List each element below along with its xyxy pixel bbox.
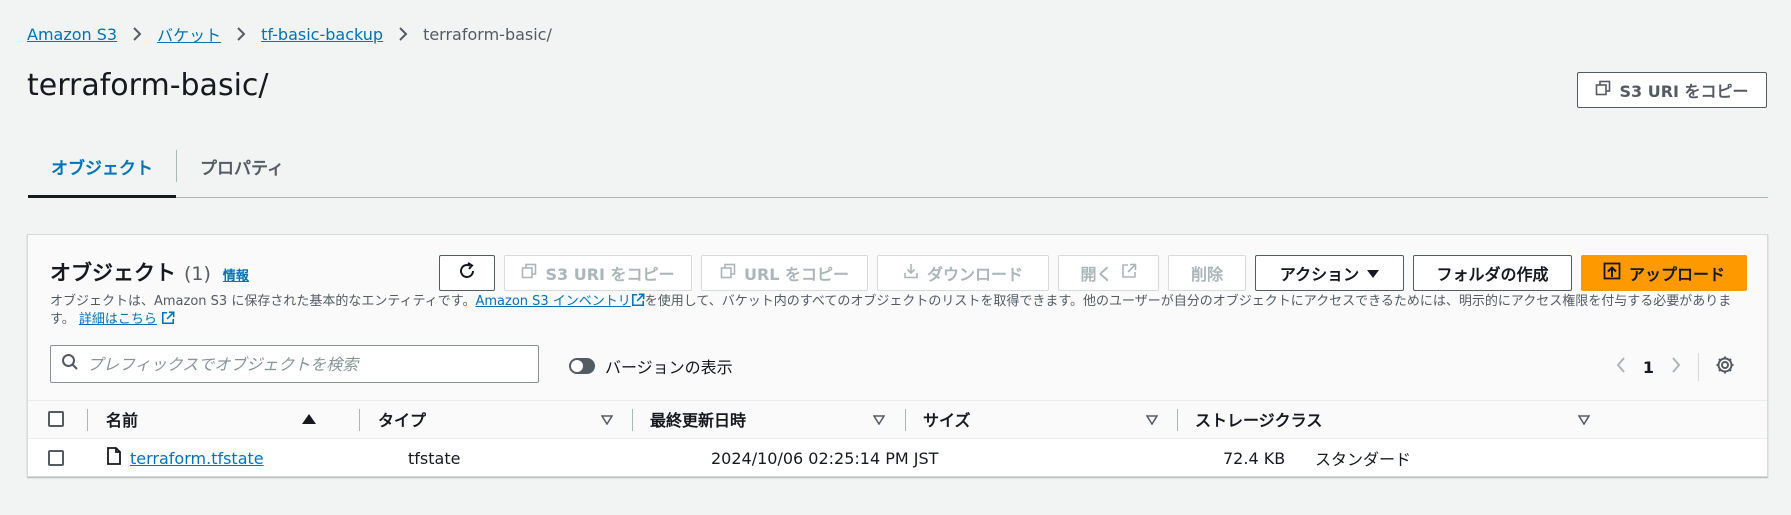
upload-button[interactable]: アップロード xyxy=(1581,255,1747,291)
row-storage-class-cell: スタンダード xyxy=(1315,450,1412,469)
select-all-cell xyxy=(48,401,64,437)
versions-toggle-label: バージョンの表示 xyxy=(605,358,733,377)
create-folder-button[interactable]: フォルダの作成 xyxy=(1413,255,1572,291)
external-link-icon xyxy=(161,311,175,327)
learn-more-link[interactable]: 詳細はこちら xyxy=(79,312,157,327)
column-last-modified-label: 最終更新日時 xyxy=(650,411,747,430)
row-name-cell: terraform.tfstate xyxy=(106,439,264,477)
breadcrumb-link-amazon-s3[interactable]: Amazon S3 xyxy=(27,25,117,44)
versions-toggle[interactable] xyxy=(569,358,595,374)
table-row: terraform.tfstate tfstate 2024/10/06 02:… xyxy=(28,438,1767,476)
delete-button[interactable]: 削除 xyxy=(1168,255,1246,291)
objects-description: オブジェクトは、Amazon S3 に保存された基本的なエンティティです。Ama… xyxy=(50,293,1750,329)
sort-desc-icon xyxy=(1577,410,1591,429)
file-icon xyxy=(106,447,122,469)
chevron-right-icon[interactable] xyxy=(1670,356,1682,378)
gear-icon[interactable] xyxy=(1715,355,1735,379)
info-link[interactable]: 情報 xyxy=(223,265,249,284)
pager-divider xyxy=(1698,353,1699,381)
column-type-label: タイプ xyxy=(378,411,427,430)
breadcrumb-link-bucket[interactable]: tf-basic-backup xyxy=(261,25,383,44)
s3-inventory-link[interactable]: Amazon S3 インベントリ xyxy=(475,294,630,309)
sort-desc-icon xyxy=(600,410,614,429)
copy-icon xyxy=(521,263,537,283)
versions-toggle-wrapper: バージョンの表示 xyxy=(569,354,733,378)
column-divider xyxy=(359,409,360,431)
breadcrumb-current: terraform-basic/ xyxy=(423,24,552,44)
copy-icon xyxy=(1595,80,1611,100)
objects-panel: オブジェクト (1) 情報 S3 URI をコピー URL をコピー ダウンロー… xyxy=(27,234,1768,477)
tab-list: オブジェクト プロパティ xyxy=(28,140,1768,198)
external-link-icon xyxy=(1121,263,1137,283)
copy-s3-uri-label: S3 URI をコピー xyxy=(1619,82,1749,101)
objects-panel-header: オブジェクト (1) 情報 xyxy=(50,257,249,287)
open-button[interactable]: 開く xyxy=(1058,255,1159,291)
upload-label: アップロード xyxy=(1628,265,1725,284)
row-type-cell: tfstate xyxy=(408,448,461,468)
column-header-type[interactable]: タイプ xyxy=(378,401,614,437)
refresh-button[interactable] xyxy=(439,255,495,291)
column-divider xyxy=(632,409,633,431)
caret-down-icon xyxy=(1367,264,1380,283)
tab-properties[interactable]: プロパティ xyxy=(177,140,307,198)
column-size-label: サイズ xyxy=(923,411,971,430)
page-title: terraform-basic/ xyxy=(27,68,269,103)
breadcrumb-link-buckets[interactable]: バケット xyxy=(157,22,221,46)
search-icon xyxy=(61,353,79,375)
row-checkbox[interactable] xyxy=(48,450,64,466)
objects-toolbar: S3 URI をコピー URL をコピー ダウンロード 開く 削除 アクション … xyxy=(439,255,1747,291)
download-button[interactable]: ダウンロード xyxy=(877,255,1049,291)
refresh-icon xyxy=(457,261,477,285)
column-divider xyxy=(1177,409,1178,431)
chevron-right-icon xyxy=(131,26,143,42)
copy-icon xyxy=(720,263,736,283)
table-header: 名前 タイプ 最終更新日時 サイズ ストレージクラス xyxy=(28,400,1767,436)
breadcrumb: Amazon S3 バケット tf-basic-backup terraform… xyxy=(27,22,552,46)
upload-icon xyxy=(1603,262,1621,284)
column-divider xyxy=(905,409,906,431)
search-field xyxy=(50,345,539,383)
description-text-1: オブジェクトは、Amazon S3 に保存された基本的なエンティティです。 xyxy=(50,294,476,309)
object-name-link[interactable]: terraform.tfstate xyxy=(130,449,264,468)
chevron-left-icon[interactable] xyxy=(1615,356,1627,378)
row-select-cell xyxy=(48,439,64,477)
copy-url-button[interactable]: URL をコピー xyxy=(701,255,868,291)
chevron-right-icon xyxy=(397,26,409,42)
objects-count: (1) xyxy=(184,263,211,285)
sort-desc-icon xyxy=(872,410,886,429)
column-header-storage-class[interactable]: ストレージクラス xyxy=(1195,401,1591,437)
pagination: 1 xyxy=(1615,353,1735,381)
copy-s3-uri-button[interactable]: S3 URI をコピー xyxy=(1577,72,1767,108)
column-name-label: 名前 xyxy=(106,411,139,430)
copy-s3-uri-toolbar-button[interactable]: S3 URI をコピー xyxy=(504,255,692,291)
download-label: ダウンロード xyxy=(926,265,1023,284)
current-page-number[interactable]: 1 xyxy=(1643,358,1654,377)
column-divider xyxy=(87,409,88,431)
sort-desc-icon xyxy=(1145,410,1159,429)
open-label: 開く xyxy=(1080,265,1113,284)
external-link-icon xyxy=(631,293,645,309)
column-header-size[interactable]: サイズ xyxy=(923,401,1159,437)
column-storage-class-label: ストレージクラス xyxy=(1195,411,1323,430)
tab-objects[interactable]: オブジェクト xyxy=(28,140,176,198)
column-header-last-modified[interactable]: 最終更新日時 xyxy=(650,401,886,437)
chevron-right-icon xyxy=(235,26,247,42)
select-all-checkbox[interactable] xyxy=(48,411,64,427)
actions-label: アクション xyxy=(1279,265,1360,284)
search-input[interactable] xyxy=(87,354,507,374)
column-header-name[interactable]: 名前 xyxy=(106,401,316,437)
copy-s3-uri-toolbar-label: S3 URI をコピー xyxy=(545,265,675,284)
row-size-cell: 72.4 KB xyxy=(1223,448,1286,468)
objects-panel-title: オブジェクト xyxy=(50,261,176,285)
actions-dropdown[interactable]: アクション xyxy=(1255,255,1404,291)
row-last-modified-cell: 2024/10/06 02:25:14 PM JST xyxy=(711,448,939,468)
sort-asc-icon xyxy=(302,410,316,429)
copy-url-label: URL をコピー xyxy=(743,265,850,284)
download-icon xyxy=(903,263,919,283)
